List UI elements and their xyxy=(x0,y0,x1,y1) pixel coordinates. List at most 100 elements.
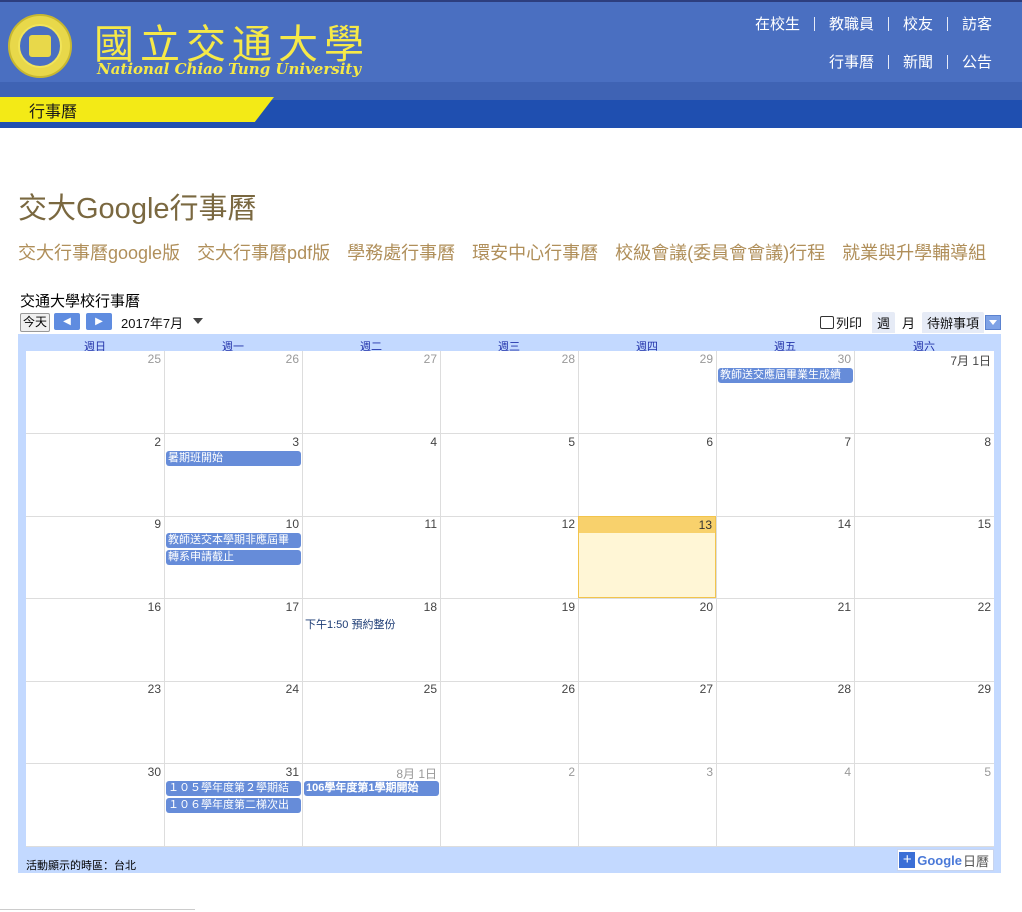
day-cell[interactable]: 19 xyxy=(440,599,578,681)
day-number[interactable]: 12 xyxy=(562,517,575,531)
calendar-event[interactable]: 106學年度第1學期開始 xyxy=(304,781,439,796)
calendar-event[interactable]: 暑期班開始 xyxy=(166,451,301,466)
today-button[interactable]: 今天 xyxy=(20,313,51,332)
day-number[interactable]: 16 xyxy=(148,600,161,614)
day-cell[interactable]: 30 教師送交應屆畢業生成績 xyxy=(716,351,854,433)
next-month-button[interactable]: ▶ xyxy=(86,313,112,330)
day-cell[interactable]: 18 下午1:50 預約整份 xyxy=(302,599,440,681)
day-cell[interactable]: 14 xyxy=(716,516,854,598)
day-number[interactable]: 25 xyxy=(424,682,437,696)
prev-month-button[interactable]: ◀ xyxy=(54,313,80,330)
link-pdf-calendar[interactable]: 交大行事曆pdf版 xyxy=(197,239,330,265)
day-cell[interactable]: 3 xyxy=(578,764,716,846)
day-cell[interactable]: 8月 1日 106學年度第1學期開始 xyxy=(302,764,440,846)
day-cell[interactable]: 5 xyxy=(440,434,578,516)
day-number[interactable]: 26 xyxy=(562,682,575,696)
day-number[interactable]: 3 xyxy=(292,435,299,449)
day-cell[interactable]: 9 xyxy=(26,516,164,598)
day-cell[interactable]: 25 xyxy=(302,681,440,763)
day-cell[interactable]: 10 教師送交本學期非應屆畢 轉系申請截止 xyxy=(164,516,302,598)
day-cell[interactable]: 7月 1日 xyxy=(854,351,994,433)
day-number[interactable]: 6 xyxy=(706,435,713,449)
day-cell[interactable]: 17 xyxy=(164,599,302,681)
day-number[interactable]: 21 xyxy=(838,600,851,614)
day-number[interactable]: 4 xyxy=(430,435,437,449)
day-number[interactable]: 29 xyxy=(978,682,991,696)
day-number[interactable]: 9 xyxy=(154,517,161,531)
day-cell[interactable]: 26 xyxy=(164,351,302,433)
day-number[interactable]: 26 xyxy=(286,352,299,366)
day-cell[interactable]: 15 xyxy=(854,516,994,598)
calendar-event[interactable]: 轉系申請截止 xyxy=(166,550,301,565)
link-safety-center-calendar[interactable]: 環安中心行事曆 xyxy=(472,239,598,265)
day-cell[interactable]: 24 xyxy=(164,681,302,763)
day-cell[interactable]: 8 xyxy=(854,434,994,516)
link-council-meetings[interactable]: 校級會議(委員會會議)行程 xyxy=(615,239,825,265)
day-number[interactable]: 2 xyxy=(568,765,575,779)
day-cell[interactable]: 2 xyxy=(26,434,164,516)
calendar-event[interactable]: 教師送交本學期非應屆畢 xyxy=(166,533,301,548)
tab-week[interactable]: 週 xyxy=(871,312,895,333)
day-number[interactable]: 27 xyxy=(700,682,713,696)
day-cell[interactable]: 27 xyxy=(578,681,716,763)
day-number[interactable]: 4 xyxy=(844,765,851,779)
calendar-event[interactable]: 教師送交應屆畢業生成績 xyxy=(718,368,853,383)
link-google-calendar[interactable]: 交大行事曆google版 xyxy=(18,239,180,265)
day-number[interactable]: 20 xyxy=(700,600,713,614)
day-cell[interactable]: 30 xyxy=(26,764,164,846)
day-cell[interactable]: 22 xyxy=(854,599,994,681)
day-number[interactable]: 8 xyxy=(984,435,991,449)
day-number[interactable]: 31 xyxy=(286,765,299,779)
day-number[interactable]: 28 xyxy=(562,352,575,366)
day-cell[interactable]: 4 xyxy=(716,764,854,846)
day-number[interactable]: 23 xyxy=(148,682,161,696)
university-seal-icon[interactable] xyxy=(8,14,72,78)
nav-link-visitors[interactable]: 訪客 xyxy=(962,13,992,34)
day-number[interactable]: 19 xyxy=(562,600,575,614)
day-number[interactable]: 24 xyxy=(286,682,299,696)
day-number[interactable]: 30 xyxy=(148,765,161,779)
nav-link-alumni[interactable]: 校友 xyxy=(903,13,933,34)
logo-english-name[interactable]: National Chiao Tung University xyxy=(97,60,361,78)
day-cell[interactable]: 11 xyxy=(302,516,440,598)
day-cell[interactable]: 29 xyxy=(578,351,716,433)
day-cell[interactable]: 28 xyxy=(440,351,578,433)
day-number[interactable]: 13 xyxy=(699,518,712,532)
day-number[interactable]: 28 xyxy=(838,682,851,696)
day-number[interactable]: 7月 1日 xyxy=(950,352,991,369)
link-career-guidance[interactable]: 就業與升學輔導組 xyxy=(842,239,986,265)
day-cell[interactable]: 23 xyxy=(26,681,164,763)
day-number[interactable]: 14 xyxy=(838,517,851,531)
nav-link-calendar[interactable]: 行事曆 xyxy=(829,51,874,72)
add-to-google-calendar-button[interactable]: + Google 日曆 xyxy=(897,849,994,871)
day-number[interactable]: 30 xyxy=(838,352,851,366)
day-cell[interactable]: 5 xyxy=(854,764,994,846)
calendar-event[interactable]: １０５學年度第２學期結 xyxy=(166,781,301,796)
day-number[interactable]: 11 xyxy=(425,517,437,531)
day-cell[interactable]: 31 １０５學年度第２學期結 １０６學年度第二梯次出 xyxy=(164,764,302,846)
day-cell[interactable]: 2 xyxy=(440,764,578,846)
day-cell[interactable]: 25 xyxy=(26,351,164,433)
day-number[interactable]: 5 xyxy=(568,435,575,449)
nav-link-students[interactable]: 在校生 xyxy=(755,13,800,34)
day-cell[interactable]: 26 xyxy=(440,681,578,763)
day-number[interactable]: 3 xyxy=(706,765,713,779)
day-cell[interactable]: 21 xyxy=(716,599,854,681)
day-cell[interactable]: 27 xyxy=(302,351,440,433)
current-month-label[interactable]: 2017年7月 xyxy=(121,313,183,332)
day-number[interactable]: 10 xyxy=(286,517,299,531)
day-number[interactable]: 27 xyxy=(424,352,437,366)
day-number[interactable]: 22 xyxy=(978,600,991,614)
day-cell[interactable]: 6 xyxy=(578,434,716,516)
link-student-affairs-calendar[interactable]: 學務處行事曆 xyxy=(347,239,455,265)
nav-link-announcements[interactable]: 公告 xyxy=(962,51,992,72)
day-number[interactable]: 5 xyxy=(984,765,991,779)
day-cell[interactable]: 7 xyxy=(716,434,854,516)
print-button[interactable]: 列印 xyxy=(819,313,862,332)
calendar-event[interactable]: １０６學年度第二梯次出 xyxy=(166,798,301,813)
day-cell[interactable]: 20 xyxy=(578,599,716,681)
day-cell[interactable]: 12 xyxy=(440,516,578,598)
day-cell[interactable]: 16 xyxy=(26,599,164,681)
day-cell[interactable]: 29 xyxy=(854,681,994,763)
day-cell[interactable]: 28 xyxy=(716,681,854,763)
